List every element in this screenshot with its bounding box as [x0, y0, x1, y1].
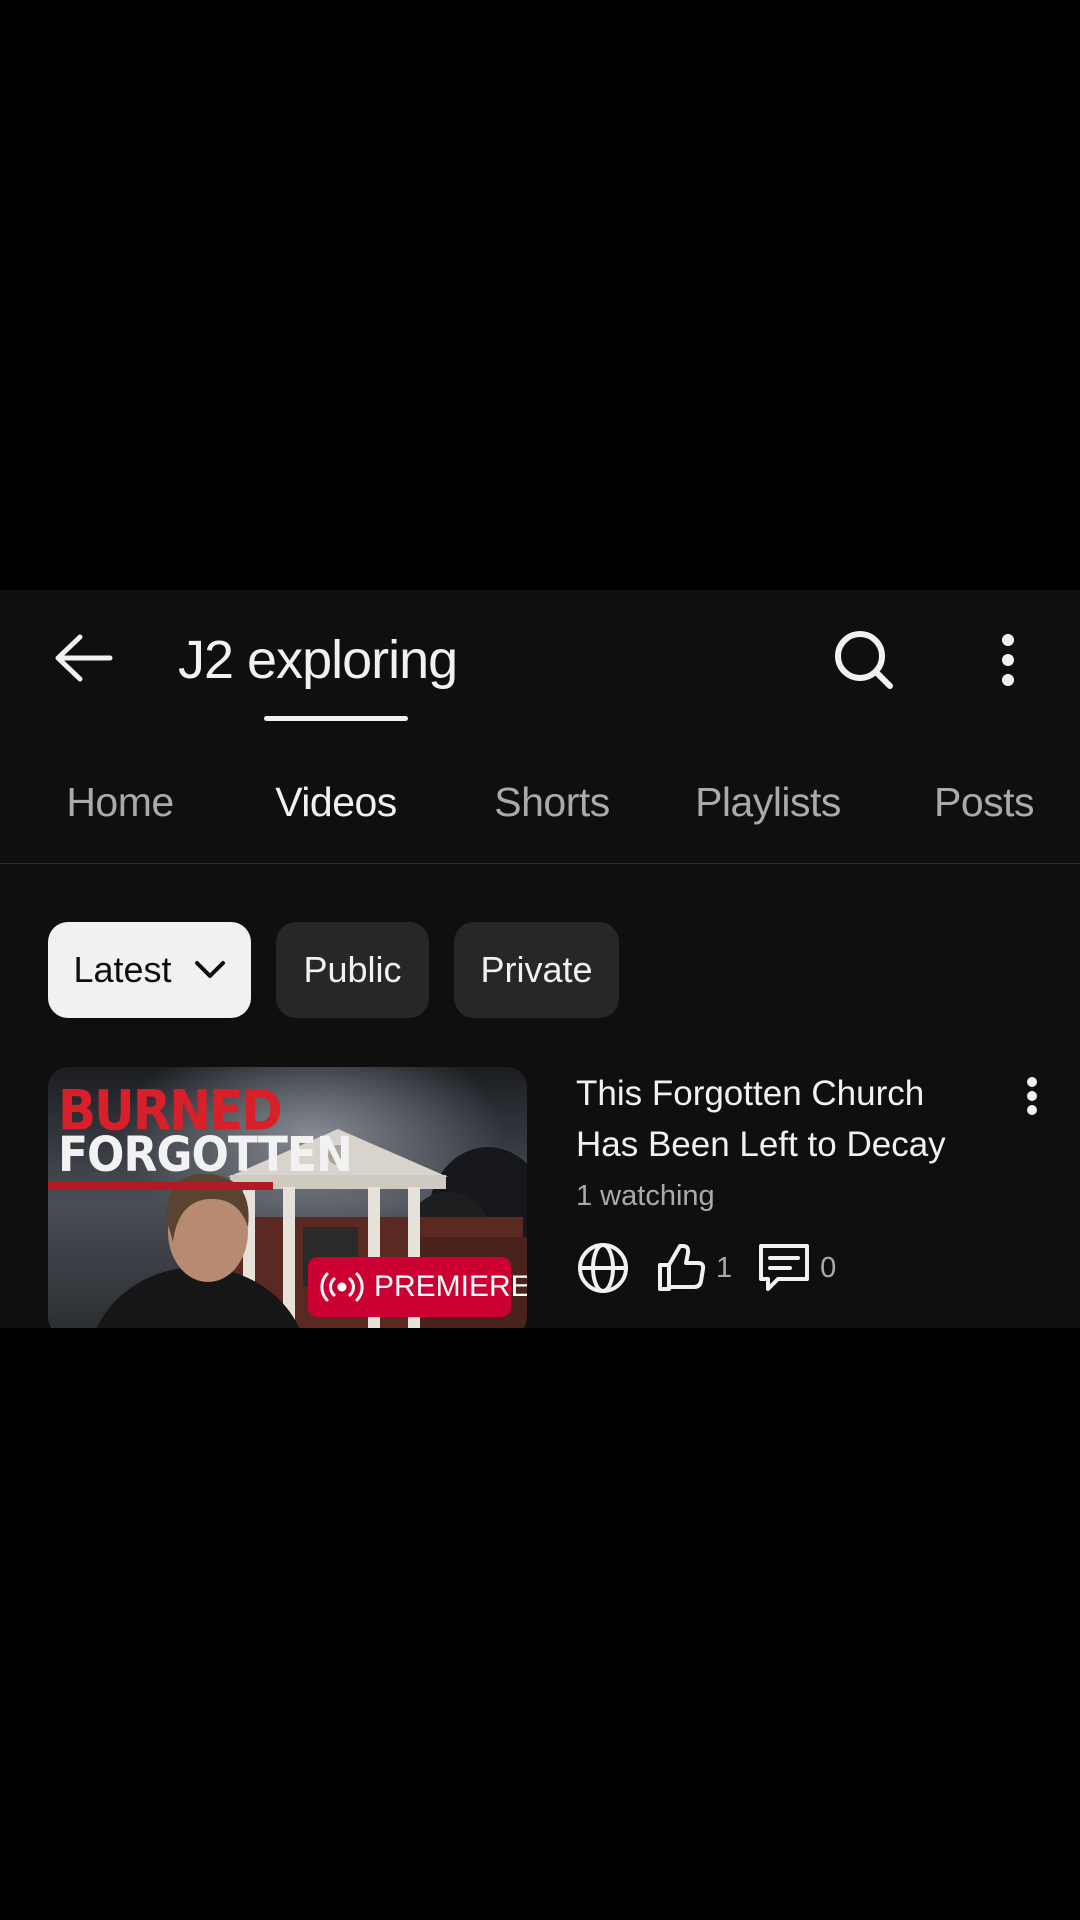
likes-count: 1 [716, 1251, 733, 1284]
channel-tabs: Home Videos Shorts Playlists Posts [0, 740, 1080, 864]
sort-label: Latest [73, 949, 172, 990]
channel-content-panel: J2 exploring Home Videos Shorts Playlist… [0, 590, 1080, 1328]
more-options-button[interactable] [968, 618, 1048, 702]
live-broadcast-icon [320, 1272, 364, 1302]
video-more-button[interactable] [1010, 1066, 1054, 1126]
more-vertical-icon [1027, 1077, 1037, 1115]
premiere-badge: PREMIERE [308, 1257, 527, 1317]
tab-videos[interactable]: Videos [246, 740, 426, 863]
arrow-left-icon [55, 634, 113, 682]
comments-stat: 0 [758, 1243, 836, 1293]
video-status: 1 watching [576, 1180, 715, 1212]
tab-shorts[interactable]: Shorts [462, 740, 642, 863]
active-tab-indicator [264, 716, 408, 721]
video-title[interactable]: This Forgotten Church Has Been Left to D… [576, 1068, 976, 1170]
tab-home[interactable]: Home [30, 740, 210, 863]
thumbs-up-icon [658, 1244, 706, 1291]
tab-posts[interactable]: Posts [894, 740, 1074, 863]
search-icon [835, 631, 893, 689]
video-thumbnail[interactable]: BURNED FORGOTTEN PREMIERE [48, 1067, 527, 1328]
sort-latest-chip[interactable]: Latest [48, 922, 251, 1018]
globe-icon [578, 1243, 628, 1293]
filter-public-chip[interactable]: Public [276, 922, 429, 1018]
comment-icon [759, 1244, 810, 1291]
chevron-down-icon [194, 961, 225, 978]
search-button[interactable] [822, 618, 906, 702]
back-button[interactable] [44, 618, 124, 698]
more-vertical-icon [1002, 634, 1014, 686]
filter-private-chip[interactable]: Private [454, 922, 619, 1018]
comments-count: 0 [820, 1251, 837, 1284]
tab-playlists[interactable]: Playlists [678, 740, 858, 863]
video-stats: 1 0 [576, 1238, 836, 1298]
channel-header: J2 exploring [0, 590, 1080, 730]
thumbnail-text-forgotten: FORGOTTEN [58, 1127, 353, 1184]
channel-title: J2 exploring [178, 630, 458, 690]
likes-stat: 1 [656, 1243, 758, 1293]
visibility-public [576, 1241, 630, 1295]
premiere-label: PREMIERE [374, 1270, 527, 1303]
